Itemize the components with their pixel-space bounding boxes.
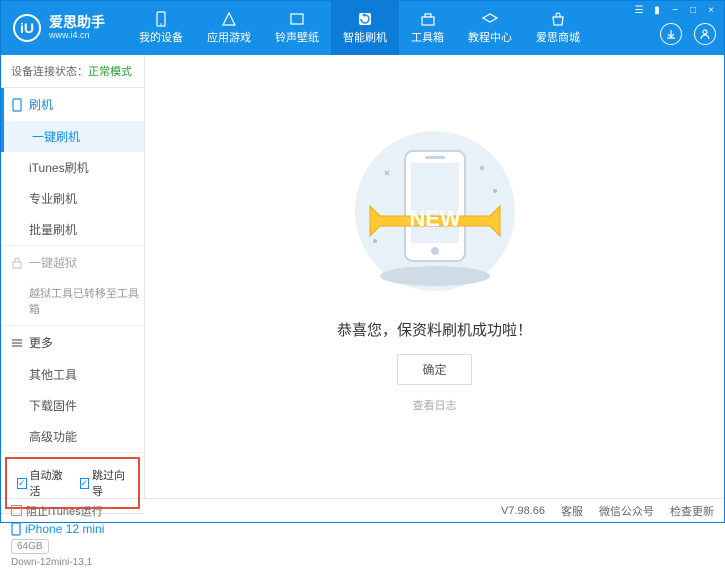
sidebar-item-oneclick-flash[interactable]: 一键刷机 [1, 121, 144, 152]
graduation-icon [482, 11, 498, 27]
checkbox-label: 阻止iTunes运行 [26, 503, 103, 519]
window-controls: ☰ ▮ − □ × [632, 5, 718, 15]
nav-smart-flash[interactable]: 智能刷机 [331, 1, 399, 55]
success-message: 恭喜您，保资料刷机成功啦！ [337, 319, 532, 340]
options-row: ✓ 自动激活 ✓ 跳过向导 [5, 457, 140, 509]
checkbox-icon [11, 505, 22, 516]
brand-name: 爱思助手 [49, 15, 105, 30]
connection-status: 设备连接状态：正常模式 [1, 55, 144, 88]
device-info: Down-12mini-13,1 [11, 557, 134, 568]
phone-icon [153, 11, 169, 27]
ok-button[interactable]: 确定 [397, 354, 471, 385]
minimize-icon[interactable]: − [668, 5, 682, 15]
sidebar-item-download-firmware[interactable]: 下载固件 [29, 390, 144, 421]
nav-label: 工具箱 [411, 29, 444, 45]
wallpaper-icon [289, 11, 305, 27]
maximize-icon[interactable]: □ [686, 5, 700, 15]
nav-ringtones[interactable]: 铃声壁纸 [263, 1, 331, 55]
checkbox-label: 跳过向导 [92, 467, 128, 499]
checkbox-label: 自动激活 [30, 467, 66, 499]
app-header: iU 爱思助手 www.i4.cn 我的设备 应用游戏 铃声壁纸 智能刷机 工具… [1, 1, 724, 55]
lock-icon[interactable]: ▮ [650, 5, 664, 15]
device-name[interactable]: iPhone 12 mini [11, 522, 134, 536]
close-icon[interactable]: × [704, 5, 718, 15]
checkbox-block-itunes[interactable]: 阻止iTunes运行 [11, 503, 103, 519]
checkbox-auto-activate[interactable]: ✓ 自动激活 [17, 467, 66, 499]
wechat-link[interactable]: 微信公众号 [599, 503, 654, 519]
nav-label: 教程中心 [468, 29, 512, 45]
nav-label: 铃声壁纸 [275, 29, 319, 45]
nav-label: 爱思商城 [536, 29, 580, 45]
nav-label: 应用游戏 [207, 29, 251, 45]
sidebar-item-batch-flash[interactable]: 批量刷机 [29, 214, 144, 245]
new-banner-text: NEW [409, 206, 461, 231]
check-icon: ✓ [80, 478, 90, 489]
download-icon[interactable] [660, 23, 682, 45]
sidebar: 设备连接状态：正常模式 刷机 一键刷机 iTunes刷机 专业刷机 批量刷机 一… [1, 55, 145, 498]
refresh-icon [357, 11, 373, 27]
checkbox-skip-guide[interactable]: ✓ 跳过向导 [80, 467, 129, 499]
storage-badge: 64GB [11, 539, 49, 554]
phone-icon [11, 522, 21, 536]
header-actions [660, 23, 716, 45]
nav-toolbox[interactable]: 工具箱 [399, 1, 456, 55]
nav-label: 我的设备 [139, 29, 183, 45]
device-section: iPhone 12 mini 64GB Down-12mini-13,1 [1, 513, 144, 576]
brand-url: www.i4.cn [49, 31, 105, 41]
store-icon [550, 11, 566, 27]
sidebar-jailbreak-header[interactable]: 一键越狱 [1, 246, 144, 279]
nav-store[interactable]: 爱思商城 [524, 1, 592, 55]
sidebar-item-itunes-flash[interactable]: iTunes刷机 [29, 152, 144, 183]
menu-icon [11, 337, 23, 349]
menu-icon[interactable]: ☰ [632, 5, 646, 15]
nav-apps[interactable]: 应用游戏 [195, 1, 263, 55]
status-value: 正常模式 [88, 66, 132, 78]
sidebar-more-header[interactable]: 更多 [1, 326, 144, 359]
sidebar-item-pro-flash[interactable]: 专业刷机 [29, 183, 144, 214]
sidebar-item-other-tools[interactable]: 其他工具 [29, 359, 144, 390]
device-name-text: iPhone 12 mini [25, 522, 104, 536]
nav-my-device[interactable]: 我的设备 [127, 1, 195, 55]
main-content: NEW 恭喜您，保资料刷机成功啦！ 确定 查看日志 [145, 55, 724, 498]
version-text: V7.98.66 [501, 505, 545, 517]
main-nav: 我的设备 应用游戏 铃声壁纸 智能刷机 工具箱 教程中心 爱思商城 [127, 1, 592, 55]
check-icon: ✓ [17, 478, 27, 489]
logo-section: iU 爱思助手 www.i4.cn [1, 14, 117, 42]
section-title: 一键越狱 [29, 254, 77, 271]
sidebar-item-advanced[interactable]: 高级功能 [29, 421, 144, 452]
check-update-link[interactable]: 检查更新 [670, 503, 714, 519]
toolbox-icon [420, 11, 436, 27]
user-icon[interactable] [694, 23, 716, 45]
section-title: 刷机 [29, 96, 53, 113]
success-illustration: NEW [335, 121, 535, 301]
logo-icon: iU [13, 14, 41, 42]
view-log-link[interactable]: 查看日志 [413, 397, 457, 413]
lock-icon [11, 257, 23, 269]
status-label: 设备连接状态： [11, 66, 88, 78]
nav-label: 智能刷机 [343, 29, 387, 45]
section-title: 更多 [29, 334, 53, 351]
phone-icon [11, 98, 23, 112]
sidebar-flash-header[interactable]: 刷机 [1, 88, 144, 121]
jailbreak-note: 越狱工具已转移至工具箱 [29, 279, 144, 325]
nav-tutorials[interactable]: 教程中心 [456, 1, 524, 55]
apps-icon [221, 11, 237, 27]
customer-service-link[interactable]: 客服 [561, 503, 583, 519]
